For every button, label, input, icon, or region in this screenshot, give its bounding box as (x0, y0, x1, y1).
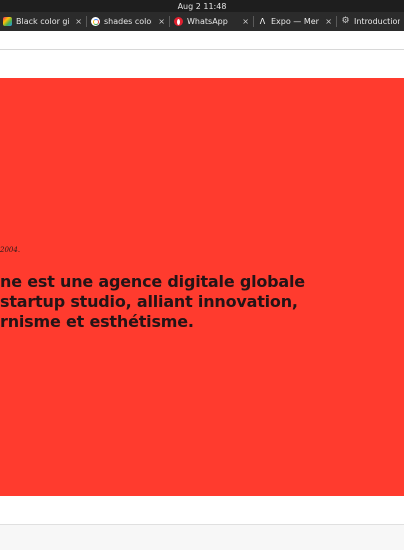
color-grid-icon (3, 17, 12, 26)
hero-date-text: 2004. (0, 246, 21, 254)
gear-icon: ⚙ (341, 16, 350, 26)
close-icon[interactable]: × (158, 17, 165, 26)
tab-black-color[interactable]: Black color gif × (0, 12, 86, 31)
clock[interactable]: Aug 2 11:48 (178, 2, 227, 11)
os-top-bar: Aug 2 11:48 (0, 0, 404, 12)
hero-section: 2004. ne est une agence digitale globale… (0, 78, 404, 496)
footer-strip (0, 525, 404, 550)
tab-expo[interactable]: Λ Expo — Memb × (253, 12, 336, 31)
opera-icon (174, 17, 183, 26)
tab-shades-color[interactable]: shades color c × (86, 12, 169, 31)
page-header-area (0, 31, 404, 78)
headline-line: ne est une agence digitale globale (0, 272, 305, 291)
tab-title: Introduction t (354, 17, 400, 26)
hero-headline: ne est une agence digitale globale start… (0, 272, 404, 332)
close-icon[interactable]: × (75, 17, 82, 26)
headline-line: startup studio, alliant innovation, (0, 292, 298, 311)
page-footer-area (0, 496, 404, 550)
tab-title: WhatsApp (187, 17, 228, 26)
google-icon (91, 17, 100, 26)
expo-icon: Λ (259, 17, 266, 26)
tab-title: Black color gif (16, 17, 70, 26)
tab-title: Expo — Memb (271, 17, 319, 26)
browser-tab-strip: Black color gif × shades color c × Whats… (0, 12, 404, 31)
close-icon[interactable]: × (325, 17, 332, 26)
headline-line: rnisme et esthétisme. (0, 312, 194, 331)
divider (0, 49, 404, 50)
tab-introduction[interactable]: ⚙ Introduction t (336, 12, 404, 31)
tab-title: shades color c (104, 17, 152, 26)
close-icon[interactable]: × (242, 17, 249, 26)
tab-whatsapp[interactable]: WhatsApp × (169, 12, 253, 31)
